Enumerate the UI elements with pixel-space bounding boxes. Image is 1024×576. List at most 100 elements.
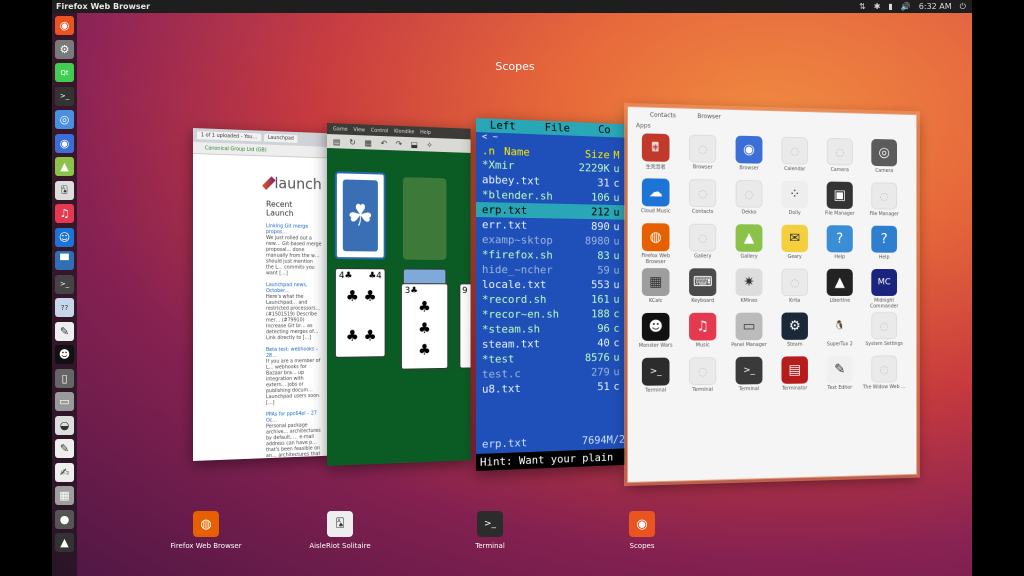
calculator-icon[interactable]: ??	[55, 298, 74, 317]
disk-icon[interactable]: ◒	[55, 415, 74, 435]
app-tile[interactable]: ◌ Dekko	[726, 179, 772, 225]
app-tile[interactable]: ⌨ Keyboard	[679, 268, 726, 313]
tableau-card[interactable]: 3♣ ♣ ♣ ♣	[400, 283, 449, 370]
app-tile[interactable]: ▲ Libertine	[817, 268, 862, 313]
scopes-icon[interactable]: ☺	[55, 227, 74, 247]
scopes-window[interactable]: Contacts Browser Apps 🀄 生死音者 ◌ Browser ◉ Brow…	[627, 106, 918, 483]
dock-item[interactable]: ◍ Firefox Web Browser	[166, 511, 246, 550]
undo-icon[interactable]: ↶	[381, 138, 387, 147]
dock-item[interactable]: ◉ Scopes	[602, 511, 682, 550]
app-tile[interactable]: ◉ Browser	[726, 135, 772, 180]
app-tile[interactable]: ▲ Gallery	[726, 224, 772, 269]
app-tile[interactable]: ▭ Panel Manager	[726, 312, 772, 357]
tetris-icon[interactable]: ▀	[55, 251, 74, 270]
app-tile[interactable]: ? Help	[817, 225, 862, 269]
mc-file-row[interactable]: locale.txt 553 u	[476, 277, 625, 292]
redo-icon[interactable]: ↷	[396, 139, 402, 148]
app-tile[interactable]: ✎ Text Editor	[817, 355, 862, 400]
dock-item[interactable]: 🂡 AisleRiot Solitaire	[300, 511, 380, 550]
app-tile[interactable]: 🀄 生死音者	[632, 133, 679, 179]
mc-file-row[interactable]: *record.sh 161 u	[476, 292, 625, 307]
select-game-icon[interactable]: ▦	[365, 138, 372, 147]
battery-icon[interactable]: ▮	[888, 0, 892, 13]
app-tile[interactable]: ◌ Camera	[817, 137, 862, 182]
mc-menu-left[interactable]: Left	[490, 119, 516, 134]
volume-icon[interactable]: 🔊	[901, 0, 911, 13]
app-tile[interactable]: ▣ File Manager	[817, 181, 862, 225]
app-tile[interactable]: ◍ Firefox Web Browser	[632, 223, 679, 268]
tux-icon[interactable]: ▲	[55, 533, 74, 552]
notes-icon[interactable]: ✍	[55, 462, 74, 482]
app-tile[interactable]: >_ Terminal	[632, 357, 679, 403]
app-tile[interactable]: ◌ File Manager	[862, 182, 906, 226]
network-icon[interactable]: ⇅	[859, 0, 866, 13]
kcalc-icon[interactable]: ▦	[55, 486, 74, 505]
app-tile[interactable]: ⚙ Steam	[772, 312, 817, 356]
app-tile[interactable]: ◌ Contacts	[679, 179, 726, 224]
solitaire-window[interactable]: Game View Control Klondike Help ▤ ↻ ▦ ↶ …	[327, 123, 471, 466]
music-icon[interactable]: ♫	[55, 204, 74, 223]
terminal-window[interactable]: Left File Co < ~ .n Name Size M *Xmir 222…	[476, 118, 626, 471]
app-tile[interactable]: ✉ Geary	[772, 224, 817, 269]
window-icon[interactable]: ▯	[55, 368, 74, 388]
browser-tab[interactable]: 1 of 1 uploaded - You…	[196, 131, 262, 142]
news-item-link[interactable]: Beta test: webhooks – 28…	[266, 346, 322, 358]
settings-icon[interactable]: ⚙	[55, 39, 74, 59]
news-item-link[interactable]: Launchpad news, October…	[266, 282, 322, 294]
stock-pile[interactable]: ☘	[334, 171, 386, 260]
tableau-card[interactable]: 4♣ ♣4 ♣ ♣ ♣ ♣	[334, 268, 386, 358]
monster-icon[interactable]: ☻	[55, 345, 74, 364]
app-contacts[interactable]: Contacts	[650, 112, 676, 120]
gallery-icon[interactable]: ▲	[55, 157, 74, 176]
panel-icon[interactable]: ▭	[55, 392, 74, 411]
new-game-icon[interactable]: ▤	[333, 137, 340, 146]
app-tile[interactable]: MC Midnight Commander	[862, 268, 906, 312]
qt-creator-icon[interactable]: Qt	[55, 63, 74, 82]
app-tile[interactable]: ◎ Camera	[862, 138, 906, 183]
mc-menu-command[interactable]: Co	[598, 123, 610, 137]
tableau-card[interactable]: 9	[459, 283, 471, 369]
mc-file-row[interactable]: u8.txt 51 c	[476, 379, 625, 397]
hint-icon[interactable]: ✧	[426, 140, 432, 149]
waste-pile[interactable]	[402, 177, 447, 260]
editor-icon[interactable]: ✎	[55, 439, 74, 458]
bluetooth-icon[interactable]: ✱	[874, 0, 881, 13]
ubuntu-logo-icon[interactable]: ◉	[55, 16, 74, 35]
deal-icon[interactable]: ⬓	[411, 140, 418, 149]
browser-window[interactable]: 1 of 1 uploaded - You… Launchpad Canonic…	[193, 128, 328, 461]
menu-klondike[interactable]: Klondike	[394, 128, 414, 135]
app-tile[interactable]: ◌ Krita	[772, 268, 817, 313]
mc-menu-file[interactable]: File	[545, 121, 570, 136]
app-tile[interactable]: ☻ Monster Wars	[632, 312, 679, 358]
app-tile[interactable]: ◌ Terminal	[679, 357, 726, 402]
app-tile[interactable]: ◌ Gallery	[679, 223, 726, 269]
solitaire-icon[interactable]: 🂡	[55, 180, 74, 200]
app-tile[interactable]: 🐧 SuperTux 2	[817, 312, 862, 356]
app-tile[interactable]: ▦ KCalc	[632, 268, 679, 313]
terminal-icon[interactable]: >_	[55, 86, 74, 106]
menu-help[interactable]: Help	[420, 129, 431, 135]
app-tile[interactable]: ✷ KMines	[726, 268, 772, 312]
app-tile[interactable]: ◌ System Settings	[862, 312, 906, 356]
app-browser[interactable]: Browser	[697, 113, 721, 121]
clock[interactable]: 6:32 AM	[919, 0, 952, 13]
sphere-icon[interactable]: ●	[55, 509, 74, 529]
text-editor-icon[interactable]: ✎	[55, 321, 74, 341]
app-tile[interactable]: ♫ Music	[679, 312, 726, 358]
app-tile[interactable]: >_ Terminal	[726, 356, 772, 402]
chromium-icon[interactable]: ◎	[55, 110, 74, 129]
app-tile[interactable]: ▤ Terminator	[772, 356, 817, 400]
app-tile[interactable]: ☁ Cloud Music	[632, 178, 679, 223]
terminal-icon[interactable]: >_	[55, 274, 74, 294]
browser-icon[interactable]: ◉	[55, 133, 74, 153]
menu-control[interactable]: Control	[371, 127, 388, 134]
app-tile[interactable]: ◌ Calendar	[772, 136, 817, 182]
menu-game[interactable]: Game	[333, 126, 348, 133]
app-tile[interactable]: ◌ The Widow Web …	[862, 355, 906, 399]
dock-item[interactable]: >_ Terminal	[450, 511, 530, 550]
app-tile[interactable]: ◌ Browser	[679, 134, 726, 179]
news-item-link[interactable]: PPAs for ppc64el – 27 Oc…	[266, 410, 322, 424]
news-item-link[interactable]: Linking Git merge propos…	[266, 223, 322, 236]
browser-tab[interactable]: Launchpad	[263, 133, 298, 143]
menu-view[interactable]: View	[353, 127, 365, 133]
